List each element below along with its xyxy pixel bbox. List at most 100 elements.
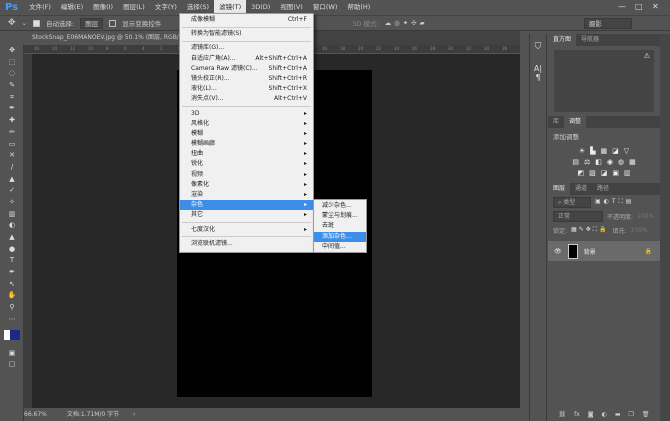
show-transform-checkbox[interactable] — [109, 19, 117, 27]
layer-filter-icons[interactable]: ▣◐T⛶▤ — [595, 198, 634, 206]
adjustment-icon[interactable]: ▦ — [601, 147, 608, 155]
tab-layers[interactable]: 图层 — [548, 183, 571, 195]
tab-libraries[interactable]: 库 — [548, 116, 564, 128]
layer-footer-icon[interactable]: ▬ — [615, 411, 621, 418]
tab-histogram[interactable]: 直方图 — [548, 34, 577, 46]
status-arrow-icon[interactable]: › — [133, 411, 135, 418]
layer-footer-icon[interactable]: ⛓ — [558, 411, 566, 418]
noise-submenu-item[interactable]: 去斑 — [314, 221, 366, 231]
shape-tool-icon[interactable]: ● — [0, 244, 24, 256]
blend-mode-dropdown[interactable]: 正常 — [553, 210, 603, 222]
adjustment-icon[interactable]: ◧ — [595, 158, 602, 166]
hand-icon[interactable]: ✋ — [0, 290, 24, 302]
menu-0[interactable]: 文件(F) — [24, 0, 56, 15]
adjustment-icon[interactable]: ◍ — [618, 158, 624, 166]
paragraph-icon[interactable]: ¶ — [530, 73, 546, 82]
color-swatches[interactable] — [0, 326, 24, 348]
maximize-button[interactable]: □ — [635, 2, 643, 11]
layer-footer-icon[interactable]: ◐ — [602, 411, 607, 418]
blur-tool-icon[interactable]: ✓ — [0, 185, 24, 197]
adjustment-icon[interactable]: ◪ — [612, 147, 619, 155]
history-brush-icon[interactable]: ✕ — [0, 150, 24, 162]
auto-select-checkbox[interactable] — [33, 19, 40, 27]
menu-1[interactable]: 编辑(E) — [56, 0, 88, 15]
filter-menu-item[interactable]: 渲染 ▸ — [180, 190, 313, 200]
path-select-icon[interactable]: ▲ — [0, 232, 24, 244]
eyedropper-tool-icon[interactable]: ✒ — [0, 103, 24, 115]
adjustment-icon[interactable]: ▙ — [590, 147, 595, 155]
document-tab[interactable]: StockSnap_E06MANOEV.jpg @ 50.1% (图层, RGB… — [24, 31, 205, 45]
filter-menu-item[interactable]: 像素化 ▸ — [180, 180, 313, 190]
filter-menu-item[interactable]: 杂色 ▸ — [180, 200, 313, 211]
stamp-tool-icon[interactable]: ▭ — [0, 139, 24, 151]
tab-channels[interactable]: 通道 — [570, 183, 592, 195]
filter-menu-item[interactable]: 自适应广角(A)... Alt+Shift+Ctrl+A — [180, 54, 313, 64]
layer-row-background[interactable]: 👁 背景 🔒 — [548, 241, 660, 261]
filter-menu-item[interactable]: 转换为智能滤镜(S) — [180, 29, 313, 39]
tab-navigator[interactable]: 导航器 — [576, 34, 604, 46]
layer-footer-icon[interactable]: ❐ — [629, 411, 634, 418]
screen-mode-icon[interactable]: ▢ — [0, 359, 24, 371]
tab-adjustments[interactable]: 调整 — [564, 116, 587, 128]
menu-4[interactable]: 文字(Y) — [150, 0, 182, 15]
document-info[interactable]: 文档:1.71M/0 字节 — [67, 411, 119, 418]
close-button[interactable]: ✕ — [652, 2, 659, 11]
layer-footer-icon[interactable]: fx — [574, 411, 580, 418]
pen-tool-icon[interactable]: ▥ — [0, 209, 24, 221]
character-icon[interactable]: A| — [530, 64, 546, 73]
tab-paths[interactable]: 路径 — [592, 183, 614, 195]
adjustment-icon[interactable]: ◪ — [601, 169, 608, 177]
filter-menu-item[interactable]: 模糊 ▸ — [180, 129, 313, 139]
tool-preset-chevron-icon[interactable]: ⌄ — [22, 19, 27, 27]
warning-icon[interactable]: ⚠ — [644, 52, 650, 60]
crop-tool-icon[interactable]: ⌗ — [0, 92, 24, 104]
visibility-eye-icon[interactable]: 👁 — [554, 248, 562, 255]
adjustment-icon[interactable]: ☀ — [579, 147, 585, 155]
adjustment-icon[interactable]: ▦ — [629, 158, 636, 166]
filter-menu-item[interactable]: 成像模糊 Ctrl+F — [180, 15, 313, 25]
quick-select-tool-icon[interactable]: ✎ — [0, 80, 24, 92]
panel-scrollbar[interactable] — [660, 34, 670, 421]
filter-menu-item[interactable]: 模糊画廊 ▸ — [180, 139, 313, 149]
noise-submenu-item[interactable]: 中间值... — [314, 242, 366, 252]
fill-value[interactable]: 100% — [630, 227, 647, 234]
layer-kind-filter[interactable]: ⌕ 类型 — [553, 196, 591, 208]
adjustment-icon[interactable]: ▤ — [572, 158, 579, 166]
clone-source-icon[interactable]: ⛉ — [530, 42, 546, 52]
gradient-tool-icon[interactable]: ▲ — [0, 174, 24, 186]
more-tools-icon[interactable]: ↖ — [0, 279, 24, 291]
menu-2[interactable]: 图像(I) — [88, 0, 118, 15]
filter-menu-item[interactable]: 风格化 ▸ — [180, 119, 313, 129]
filter-menu-item[interactable]: 消失点(V)... Alt+Ctrl+V — [180, 94, 313, 104]
layer-footer-icon[interactable]: 🗑 — [642, 411, 650, 418]
hand-tool-icon[interactable]: T — [0, 255, 24, 267]
adjustment-icon[interactable]: ▣ — [612, 169, 619, 177]
browse-filters-online[interactable]: 浏览联机滤镜... — [180, 239, 313, 249]
noise-submenu-item[interactable]: 添加杂色... — [314, 231, 366, 242]
filter-menu-item[interactable]: 扭曲 ▸ — [180, 149, 313, 159]
workspace-dropdown[interactable]: 摄影 — [583, 17, 632, 29]
3d-mode-icons[interactable]: ☁◎✦✣▰ — [385, 19, 428, 27]
noise-submenu-item[interactable]: 蒙尘与划痕... — [314, 211, 366, 221]
adjustment-icon[interactable]: ▽ — [624, 147, 629, 155]
lock-icons[interactable]: ▦✎✥⛶🔒 — [571, 226, 608, 234]
brush-tool-icon[interactable]: ✏ — [0, 127, 24, 139]
dodge-tool-icon[interactable]: ✧ — [0, 197, 24, 209]
zoom-icon[interactable]: ⚲ — [0, 302, 24, 314]
adjustment-icon[interactable]: ◉ — [607, 158, 613, 166]
move-tool-icon[interactable]: ✥ — [0, 45, 24, 57]
filter-menu-item[interactable]: 液化(L)... Shift+Ctrl+X — [180, 84, 313, 94]
healing-brush-icon[interactable]: ✚ — [0, 115, 24, 127]
adjustment-icon[interactable]: ▨ — [589, 169, 596, 177]
filter-menu-item[interactable]: 七度汉化 ▸ — [180, 225, 313, 235]
filter-menu-item[interactable]: Camera Raw 滤镜(C)... Shift+Ctrl+A — [180, 64, 313, 74]
adjustment-icon[interactable]: ⚖ — [584, 158, 590, 166]
filter-menu-item[interactable]: 视频 ▸ — [180, 170, 313, 180]
filter-menu-item[interactable]: 锐化 ▸ — [180, 159, 313, 169]
quick-mask-icon[interactable]: ▣ — [0, 348, 24, 360]
menu-3[interactable]: 图层(L) — [118, 0, 150, 15]
zoom-level[interactable]: 66.67% — [24, 411, 47, 418]
filter-menu-item[interactable]: 3D ▸ — [180, 109, 313, 119]
auto-select-dropdown[interactable]: 图层 — [80, 17, 104, 29]
layer-footer-icon[interactable]: ◙ — [588, 411, 594, 418]
